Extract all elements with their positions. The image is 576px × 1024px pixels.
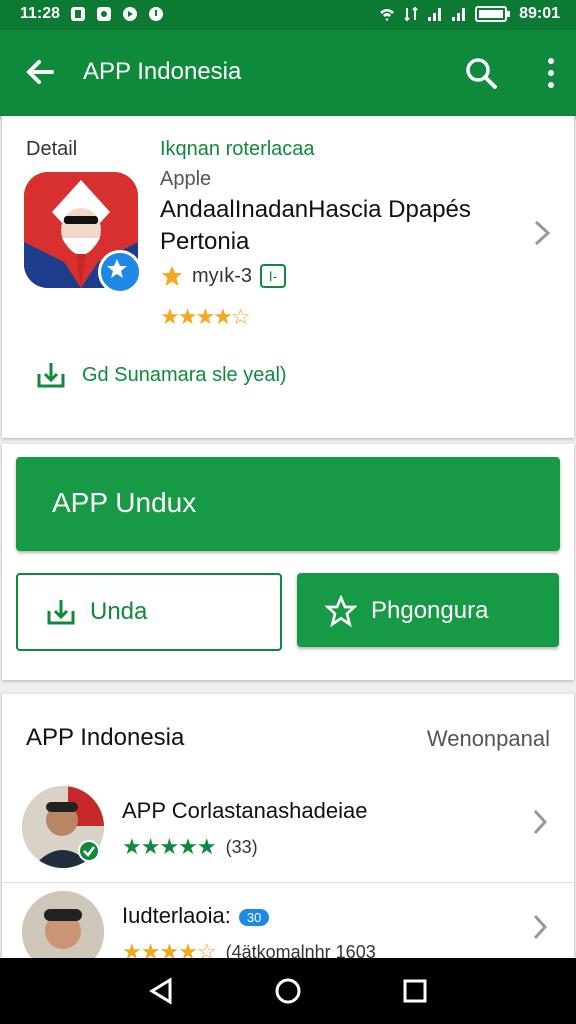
list-item-name: Iudterlaoia: 30 (122, 903, 270, 929)
media-icon (123, 7, 138, 21)
chevron-right-icon[interactable] (532, 913, 548, 941)
list-item-name-text: Iudterlaoia: (122, 903, 231, 928)
signal-icon (428, 8, 442, 21)
status-bar: 11:28 89:01 (0, 0, 576, 30)
chevron-right-icon[interactable] (532, 218, 552, 248)
developer-sub: Apple (160, 168, 212, 190)
wifi-icon (380, 9, 395, 21)
meta-text: myık-3 (192, 264, 252, 287)
favorite-inner: Phgongura (325, 595, 488, 627)
app-bar: APP Indonesia (0, 30, 576, 116)
favorite-button[interactable]: Phgongura (297, 573, 559, 647)
nav-home-icon[interactable] (273, 976, 303, 1006)
star-icon (162, 266, 182, 286)
age-rating-box: I- (260, 264, 286, 288)
app-bar-title: APP Indonesia (83, 58, 242, 85)
system-nav-bar (0, 958, 576, 1024)
back-arrow-icon[interactable] (22, 54, 58, 90)
outline-button-label: Unda (90, 598, 148, 625)
signal-2-icon (452, 8, 466, 21)
list-item-rating: ★★★★★ (33) (122, 834, 258, 860)
detail-label: Detail (26, 138, 78, 160)
download-icon (47, 600, 75, 625)
solid-button-label: Phgongura (371, 597, 489, 624)
battery-icon (475, 6, 511, 22)
download-outline-button[interactable]: Unda (16, 573, 282, 651)
section-title: APP Indonesia (26, 724, 185, 751)
section-link[interactable]: Wenonpanal (427, 726, 550, 752)
status-time: 11:28 (20, 5, 61, 22)
star-outline-icon (325, 595, 357, 627)
app-detail-card[interactable]: Detail Ikqnan roterlacaa Apple AndaalIna… (2, 116, 574, 438)
install-text: Gd Sunamara sle yeal) (82, 363, 287, 386)
rating-stars: ★★★★☆ (160, 304, 251, 329)
download-outline-inner: Unda (46, 597, 147, 627)
list-item-stars: ★★★★★ (122, 834, 217, 859)
data-icon (404, 6, 418, 22)
nav-recents-icon[interactable] (400, 976, 430, 1006)
list-item-count: (33) (225, 836, 258, 857)
list-item-name: APP Corlastanashadeiae (122, 798, 368, 823)
download-icon (37, 363, 65, 388)
verified-check-icon (78, 840, 100, 862)
verified-badge-icon (98, 250, 142, 294)
more-vert-icon[interactable] (544, 56, 558, 90)
notification-icon (71, 7, 86, 21)
app-title: AndaalInadanHascia Dpapés Pertonia (160, 196, 471, 255)
chevron-right-icon[interactable] (532, 808, 548, 836)
info-icon (149, 7, 164, 21)
primary-button-label: APP Undux (52, 487, 197, 518)
nav-back-icon[interactable] (146, 976, 176, 1006)
actions-card: APP Undux Unda Phgongura (2, 444, 574, 680)
count-badge: 30 (238, 908, 270, 926)
primary-install-button[interactable]: APP Undux (16, 457, 560, 551)
status-clock: 89:01 (519, 5, 560, 22)
developer-name[interactable]: Ikqnan roterlacaa (160, 138, 315, 161)
search-icon[interactable] (464, 56, 498, 90)
list-item[interactable]: APP Corlastanashadeiae ★★★★★ (33) (2, 778, 574, 888)
gallery-icon (97, 7, 112, 21)
meta-row: myık-3 I- (160, 264, 286, 288)
install-info-row[interactable]: Gd Sunamara sle yeal) (36, 360, 287, 390)
